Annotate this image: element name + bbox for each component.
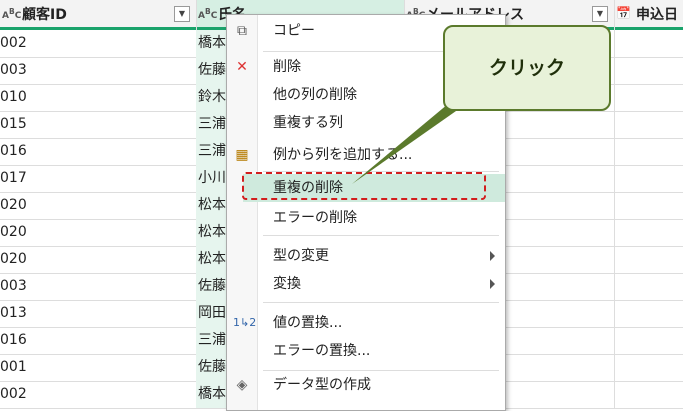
menu-item-label: 例から列を追加する... — [273, 147, 413, 163]
calendar-icon[interactable]: 📅 — [616, 7, 634, 19]
menu-item-label: 変換 — [273, 276, 301, 292]
column-title: 顧客ID — [22, 6, 67, 23]
menu-item-replace-values[interactable]: 1↳2 値の置換... — [227, 309, 505, 337]
cell-customer-id[interactable]: 010 — [0, 84, 194, 111]
callout-text: クリック — [488, 57, 565, 79]
cell-customer-id[interactable]: 001 — [0, 354, 194, 381]
cell-customer-id[interactable]: 002 — [0, 381, 194, 408]
menu-item-label: データ型の作成 — [273, 377, 371, 393]
menu-item-change-type[interactable]: 型の変更 — [227, 242, 505, 270]
menu-separator — [263, 235, 499, 236]
copy-icon: ⧉ — [237, 23, 247, 39]
menu-item-label: エラーの削除 — [273, 210, 357, 226]
menu-item-transform[interactable]: 変換 — [227, 270, 505, 298]
text-type-icon[interactable]: ABC — [198, 7, 217, 21]
filter-dropdown-icon[interactable]: ▼ — [592, 6, 608, 22]
remove-x-icon: ✕ — [236, 59, 248, 75]
replace-values-icon: 1↳2 — [233, 316, 257, 329]
column-header-customer-id[interactable]: ABC 顧客ID ▼ — [0, 0, 196, 30]
cell-customer-id[interactable]: 003 — [0, 57, 194, 84]
text-type-icon[interactable]: ABC — [2, 7, 21, 21]
menu-item-duplicate-column[interactable]: 重複する列 — [227, 109, 505, 137]
highlight-dashed-box — [242, 172, 486, 200]
menu-item-create-data-type[interactable]: ◈ データ型の作成 — [227, 371, 505, 399]
cell-customer-id[interactable]: 020 — [0, 246, 194, 273]
menu-item-label: エラーの置換... — [273, 343, 371, 359]
menu-item-remove-errors[interactable]: エラーの削除 — [227, 204, 505, 232]
menu-item-label: 重複する列 — [273, 115, 343, 131]
submenu-arrow-icon — [490, 279, 495, 289]
menu-item-label: 他の列の削除 — [273, 87, 357, 103]
cell-customer-id[interactable]: 020 — [0, 219, 194, 246]
cell-customer-id[interactable]: 013 — [0, 300, 194, 327]
cell-customer-id[interactable]: 017 — [0, 165, 194, 192]
menu-item-label: コピー — [273, 23, 315, 39]
cell-customer-id[interactable]: 002 — [0, 30, 194, 57]
filter-dropdown-icon[interactable]: ▼ — [174, 6, 190, 22]
menu-separator — [263, 302, 499, 303]
column-header-apply-date[interactable]: 📅 申込日 — [614, 0, 683, 30]
callout-box: クリック — [443, 25, 611, 111]
submenu-arrow-icon — [490, 251, 495, 261]
menu-item-label: 削除 — [273, 59, 301, 75]
cell-customer-id[interactable]: 016 — [0, 327, 194, 354]
menu-item-add-column-from-examples[interactable]: ▦ 例から列を追加する... — [227, 141, 505, 169]
cell-customer-id[interactable]: 015 — [0, 111, 194, 138]
cell-customer-id[interactable]: 020 — [0, 192, 194, 219]
cell-customer-id[interactable]: 003 — [0, 273, 194, 300]
column-from-examples-icon: ▦ — [235, 147, 249, 163]
menu-item-label: 型の変更 — [273, 248, 329, 264]
cell-customer-id[interactable]: 016 — [0, 138, 194, 165]
menu-item-replace-errors[interactable]: エラーの置換... — [227, 337, 505, 365]
data-type-icon: ◈ — [236, 377, 248, 393]
column-title: 申込日 — [636, 6, 678, 23]
menu-item-label: 値の置換... — [273, 315, 343, 331]
